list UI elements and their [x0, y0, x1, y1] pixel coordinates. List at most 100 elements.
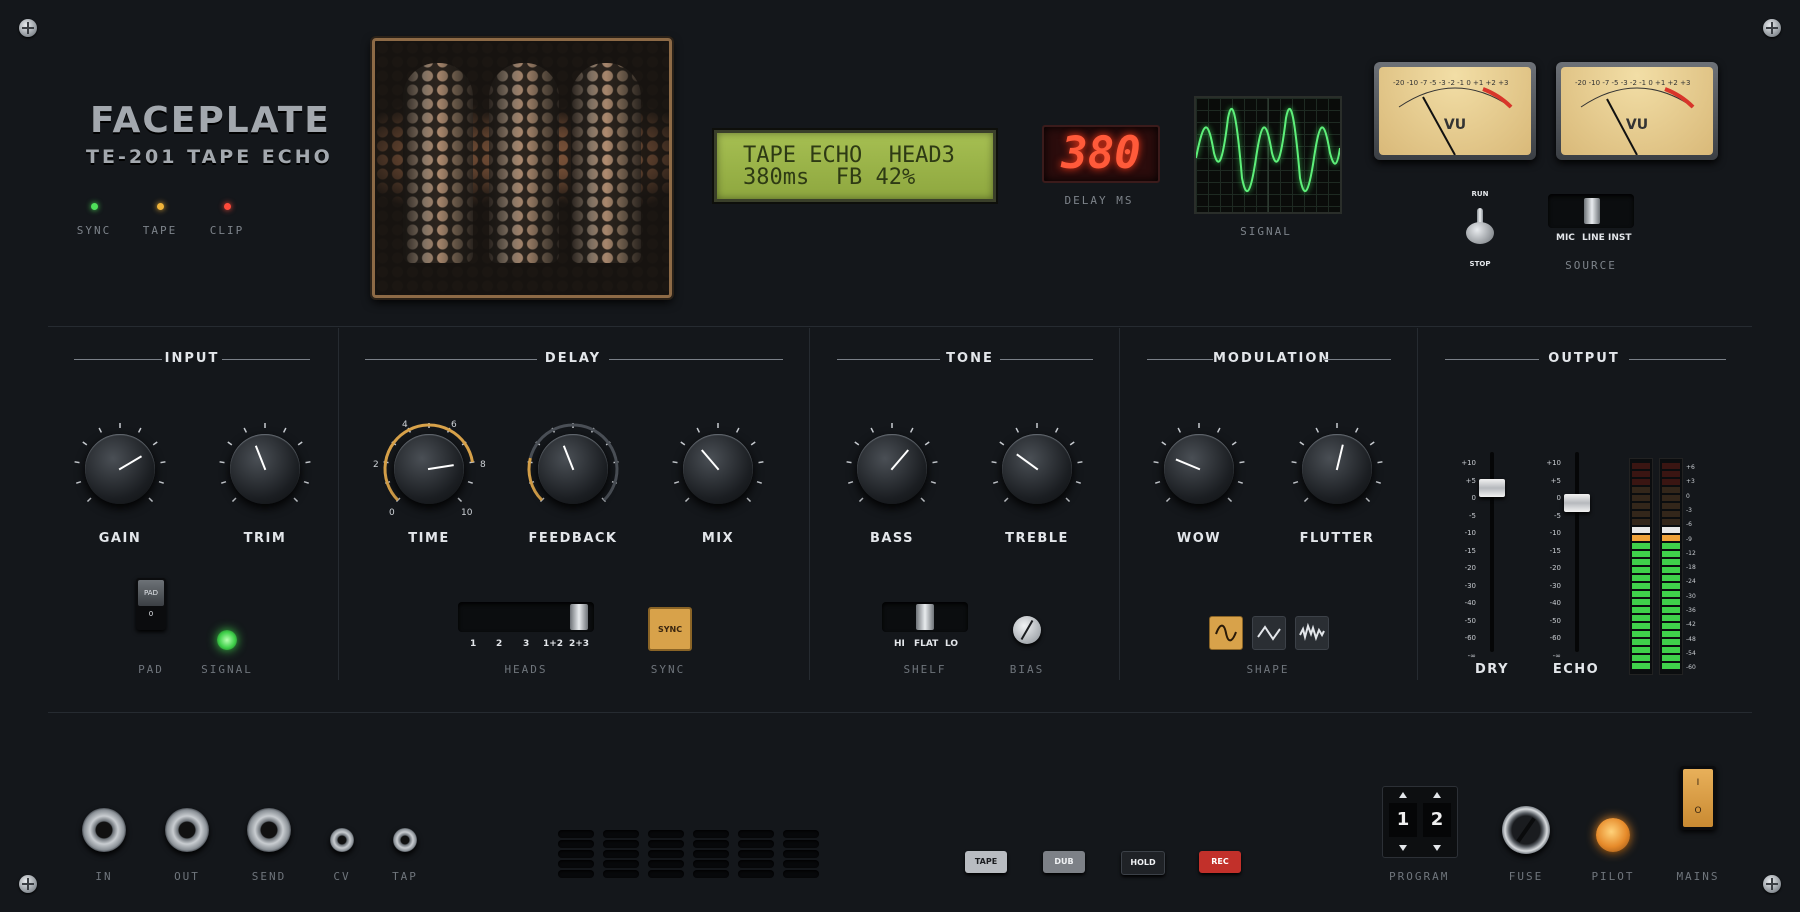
vent-slot: [558, 870, 594, 878]
hold-button[interactable]: HOLD: [1121, 851, 1165, 875]
meter-segment: [1662, 559, 1680, 565]
rec-button[interactable]: REC: [1199, 851, 1241, 873]
echo-fader-track: [1575, 452, 1579, 652]
knob-tick: [920, 497, 926, 503]
vent-slot: [603, 870, 639, 878]
send-jack[interactable]: [247, 808, 291, 852]
mix-knob[interactable]: [683, 434, 753, 504]
knob-tick: [305, 461, 311, 464]
time-scale-4: 4: [402, 420, 408, 430]
echo-fader-scale-tick: 0: [1556, 494, 1561, 502]
knob-tick: [76, 480, 82, 484]
pad-switch[interactable]: PAD 0: [136, 578, 166, 630]
meter-segment: [1632, 575, 1650, 581]
shelf-switch[interactable]: [882, 602, 968, 632]
cv-jack[interactable]: [330, 828, 354, 852]
wow-knob[interactable]: [1164, 434, 1234, 504]
gain-knob[interactable]: [85, 434, 155, 504]
meter-segment: [1662, 463, 1680, 469]
mains-switch[interactable]: I O: [1680, 766, 1716, 830]
shelf-thumb[interactable]: [916, 604, 934, 630]
meter-segment: [1632, 551, 1650, 557]
dub-button[interactable]: DUB: [1043, 851, 1085, 873]
echo-fader[interactable]: [1564, 494, 1590, 512]
dry-fader-scale-tick: 0: [1471, 494, 1476, 502]
dry-fader-scale-tick: -60: [1464, 634, 1476, 642]
knob-tick: [98, 427, 103, 433]
vent-slot: [693, 840, 729, 848]
knob-tick: [1165, 497, 1171, 503]
time-scale-0: 0: [389, 508, 395, 518]
heads-selector[interactable]: [458, 602, 594, 632]
knob-tick: [1299, 441, 1305, 446]
knob-tick: [684, 497, 690, 503]
shape-random-button[interactable]: [1295, 616, 1329, 650]
program-up-1-icon[interactable]: [1399, 792, 1407, 798]
fuse-label: FUSE: [1508, 870, 1544, 883]
program-down-1-icon[interactable]: [1399, 845, 1407, 851]
trim-knob[interactable]: [230, 434, 300, 504]
time-knob[interactable]: [394, 434, 464, 504]
bias-label: BIAS: [1009, 663, 1045, 676]
knob-tick: [160, 461, 166, 464]
knob-tick: [1003, 497, 1009, 503]
knob-tick: [1077, 461, 1083, 464]
knob-tick: [74, 461, 80, 464]
heads-thumb[interactable]: [570, 604, 588, 630]
bias-trim[interactable]: [1013, 616, 1041, 644]
knob-tick: [1065, 497, 1071, 503]
knob-tick: [293, 497, 299, 503]
dry-fader-scale-tick: -20: [1464, 564, 1476, 572]
treble-knob[interactable]: [1002, 434, 1072, 504]
meter-segment: [1662, 527, 1680, 533]
knob-tick: [137, 427, 142, 433]
knob-tick: [148, 497, 154, 503]
knob-tick: [680, 441, 686, 446]
meter-segment: [1632, 511, 1650, 517]
sync-button[interactable]: SYNC: [648, 607, 692, 651]
signal-led: [217, 630, 237, 650]
in-jack[interactable]: [82, 808, 126, 852]
meter-segment: [1662, 487, 1680, 493]
meter-segment: [1632, 583, 1650, 589]
program-up-2-icon[interactable]: [1433, 792, 1441, 798]
knob-tick: [86, 497, 92, 503]
meter-scale-tick: +3: [1686, 478, 1695, 486]
feedback-knob[interactable]: [538, 434, 608, 504]
knob-tick: [231, 497, 237, 503]
in-label: IN: [95, 870, 113, 883]
meter-segment: [1632, 527, 1650, 533]
dry-fader[interactable]: [1479, 479, 1505, 497]
vent-slot: [558, 840, 594, 848]
tap-jack[interactable]: [393, 828, 417, 852]
out-jack[interactable]: [165, 808, 209, 852]
vent-slot: [738, 850, 774, 858]
echo-fader-scale-tick: +5: [1550, 476, 1561, 485]
tape-button[interactable]: TAPE: [965, 851, 1007, 873]
flutter-knob[interactable]: [1302, 434, 1372, 504]
knob-tick: [758, 461, 764, 464]
meter-segment: [1632, 479, 1650, 485]
program-digit-1: 1: [1389, 803, 1417, 837]
meter-segment: [1662, 543, 1680, 549]
meter-scale-tick: +6: [1686, 464, 1695, 471]
shape-triangle-button[interactable]: [1252, 616, 1286, 650]
heads-opt-2: 2: [496, 639, 503, 649]
fuse-holder[interactable]: [1502, 806, 1550, 854]
bass-knob[interactable]: [857, 434, 927, 504]
meter-segment: [1662, 599, 1680, 605]
program-selector[interactable]: 1 2: [1382, 786, 1458, 858]
vent-slot: [738, 860, 774, 868]
program-down-2-icon[interactable]: [1433, 845, 1441, 851]
echo-fader-scale-tick: -40: [1549, 599, 1561, 607]
knob-tick: [909, 427, 914, 433]
gain-label: GAIN: [98, 531, 142, 546]
echo-fader-scale-tick: +10: [1546, 459, 1561, 467]
dry-fader-scale-tick: -40: [1464, 599, 1476, 607]
meter-segment: [1632, 631, 1650, 637]
knob-tick: [1015, 427, 1020, 433]
knob-tick: [858, 497, 864, 503]
vent-slot: [648, 850, 684, 858]
shape-sine-button[interactable]: [1209, 616, 1243, 650]
vent-slot: [693, 850, 729, 858]
